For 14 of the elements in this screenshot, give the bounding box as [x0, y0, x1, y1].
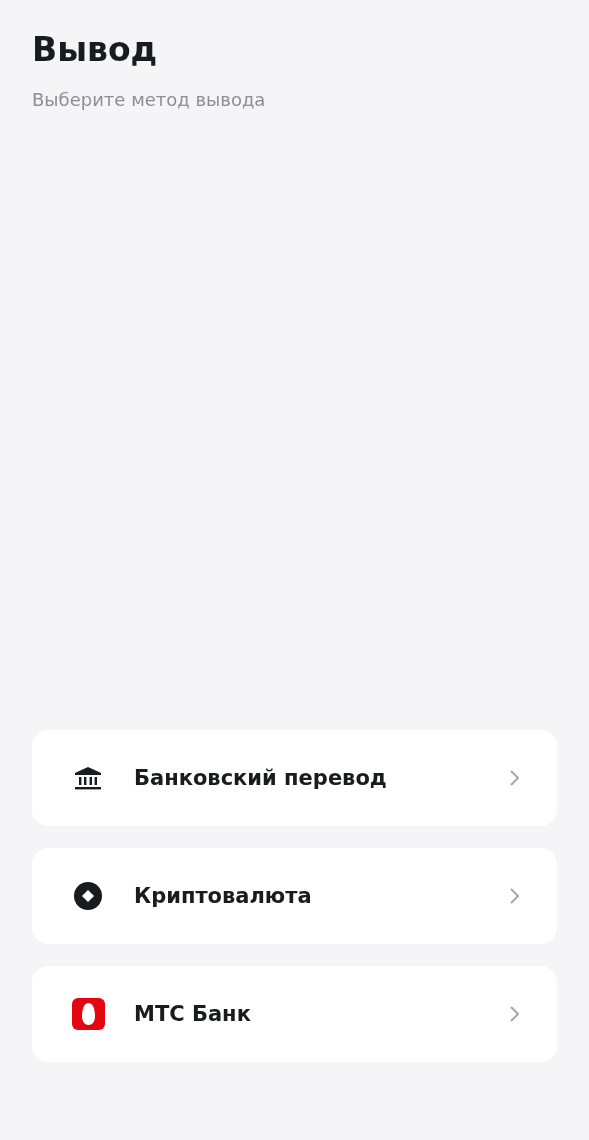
- egg-logo-icon: [71, 998, 105, 1030]
- page-subtitle: Выберите метод вывода: [32, 89, 267, 110]
- coin-icon: [74, 882, 102, 910]
- method-label: МТС Банк: [134, 1002, 252, 1026]
- chevron-icon: [510, 1006, 519, 1022]
- method-card[interactable]: МТС Банк: [32, 966, 557, 1062]
- bank-icon: [74, 766, 102, 790]
- method-card[interactable]: Банковский перевод: [32, 730, 557, 826]
- method-label: Криптовалюта: [134, 884, 313, 908]
- method-card[interactable]: Криптовалюта: [32, 848, 557, 944]
- method-label: Банковский перевод: [134, 766, 388, 790]
- chevron-icon: [510, 770, 519, 786]
- chevron-icon: [510, 888, 519, 904]
- page-title: Вывод: [32, 30, 159, 69]
